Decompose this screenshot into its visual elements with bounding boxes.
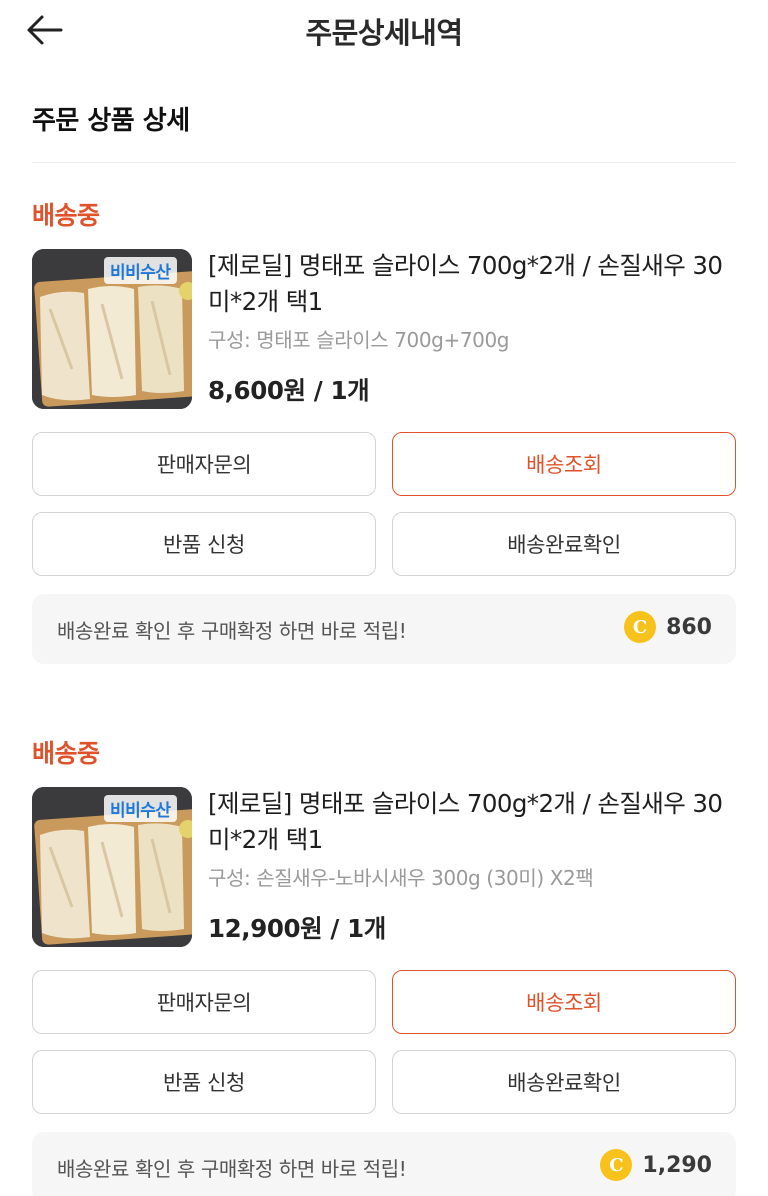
order-status: 배송중 <box>32 201 100 230</box>
return-request-button[interactable]: 반품 신청 <box>32 1050 376 1114</box>
confirm-delivery-button[interactable]: 배송완료확인 <box>392 1050 736 1114</box>
reward-amount: 1,290 <box>642 1152 712 1178</box>
product-name[interactable]: [제로딜] 명태포 슬라이스 700g*2개 / 손질새우 30미*2개 택1 <box>208 248 738 320</box>
product-image[interactable]: 비비수산 <box>32 787 192 947</box>
reward-points: C 1,290 <box>600 1149 712 1181</box>
coin-icon: C <box>600 1149 633 1181</box>
brand-logo: 비비수산 <box>104 257 177 284</box>
divider <box>32 162 736 163</box>
product-image[interactable]: 비비수산 <box>32 249 192 409</box>
page-title: 주문상세내역 <box>305 16 463 50</box>
brand-logo: 비비수산 <box>104 795 177 822</box>
order-item: 배송중 비비수산 [제로딜] 명태포 슬라이스 700g*2개 / 손질새우 3… <box>0 196 768 676</box>
reward-text: 배송완료 확인 후 구매확정 하면 바로 적립! <box>57 1157 407 1181</box>
product-price: 12,900원 / 1개 <box>208 914 386 943</box>
reward-points: C 860 <box>624 611 712 643</box>
top-bar: 주문상세내역 <box>0 0 768 58</box>
order-detail-page: 주문상세내역 주문 상품 상세 배송중 비비수산 [제로딜] 명태포 슬라이스 … <box>0 0 768 1196</box>
section-title: 주문 상품 상세 <box>32 106 190 136</box>
product-price: 8,600원 / 1개 <box>208 376 370 405</box>
coin-icon: C <box>624 611 657 643</box>
reward-banner: 배송완료 확인 후 구매확정 하면 바로 적립! C 1,290 <box>32 1132 736 1196</box>
seller-inquiry-button[interactable]: 판매자문의 <box>32 432 376 496</box>
reward-text: 배송완료 확인 후 구매확정 하면 바로 적립! <box>57 619 407 643</box>
product-option: 구성: 명태포 슬라이스 700g+700g <box>208 328 510 352</box>
product-option: 구성: 손질새우-노바시새우 300g (30미) X2팩 <box>208 866 594 890</box>
return-request-button[interactable]: 반품 신청 <box>32 512 376 576</box>
reward-banner: 배송완료 확인 후 구매확정 하면 바로 적립! C 860 <box>32 594 736 664</box>
order-item: 배송중 비비수산 [제로딜] 명태포 슬라이스 700g*2개 / 손질새우 3… <box>0 734 768 1196</box>
reward-amount: 860 <box>666 614 712 640</box>
track-delivery-button[interactable]: 배송조회 <box>392 970 736 1034</box>
product-name[interactable]: [제로딜] 명태포 슬라이스 700g*2개 / 손질새우 30미*2개 택1 <box>208 786 738 858</box>
confirm-delivery-button[interactable]: 배송완료확인 <box>392 512 736 576</box>
seller-inquiry-button[interactable]: 판매자문의 <box>32 970 376 1034</box>
order-status: 배송중 <box>32 739 100 768</box>
track-delivery-button[interactable]: 배송조회 <box>392 432 736 496</box>
